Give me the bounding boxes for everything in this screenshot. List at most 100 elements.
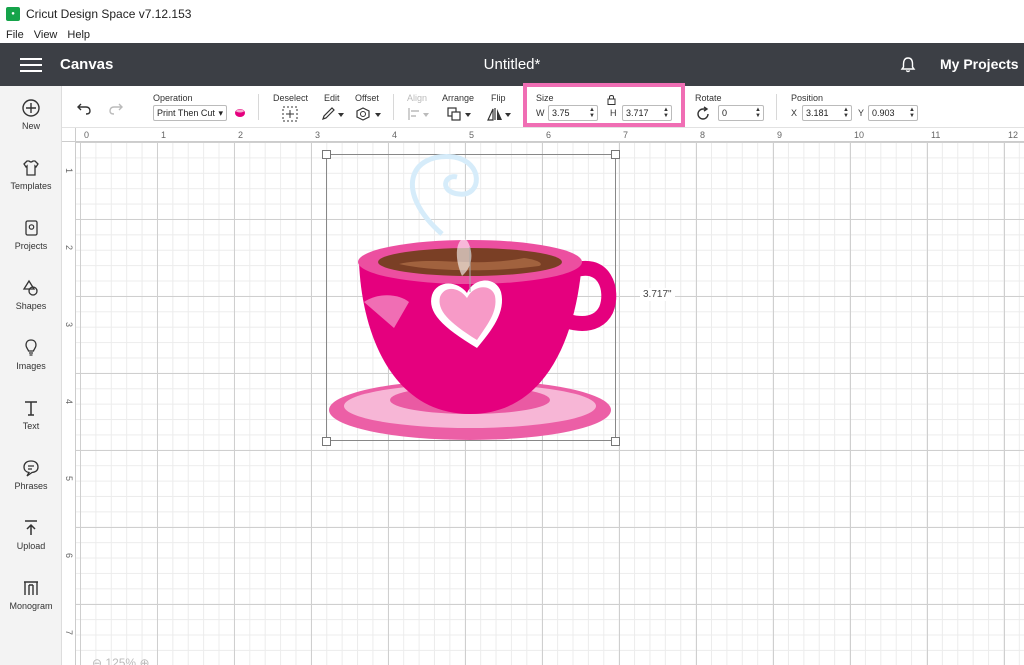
projects-icon xyxy=(25,220,38,236)
sidebar-item-label: Shapes xyxy=(15,301,47,311)
notification-bell-icon[interactable] xyxy=(899,56,917,74)
document-title: Untitled* xyxy=(483,56,541,73)
y-value: 0.903 xyxy=(872,108,895,118)
sidebar-item-label: Images xyxy=(16,361,46,371)
sidebar-item-label: Templates xyxy=(10,181,52,191)
width-value: 3.75 xyxy=(552,108,570,118)
x-position-input[interactable]: 3.181 ▲ ▼ xyxy=(802,105,852,121)
ruler-tick-label: 11 xyxy=(931,130,941,140)
lightbulb-icon xyxy=(25,339,37,356)
sidebar-item-new[interactable]: New xyxy=(0,92,62,148)
operation-label: Operation xyxy=(153,93,193,103)
sidebar-item-projects[interactable]: Projects xyxy=(0,212,62,268)
width-input[interactable]: 3.75 ▲ ▼ xyxy=(548,105,598,121)
ruler-tick-label: 10 xyxy=(854,130,865,140)
position-label: Position xyxy=(791,93,824,103)
sidebar-item-monogram[interactable]: Monogram xyxy=(0,572,62,628)
menu-file[interactable]: File xyxy=(6,29,24,41)
flip-icon[interactable] xyxy=(487,107,513,121)
edit-toolbar: Operation Print Then Cut ▾ Deselect Edit … xyxy=(62,83,1024,128)
rotate-label: Rotate xyxy=(695,93,722,103)
arrange-label: Arrange xyxy=(442,93,475,103)
ruler-tick-label: 6 xyxy=(546,130,552,140)
lock-icon[interactable] xyxy=(607,94,616,105)
shirt-icon xyxy=(23,160,39,176)
dimension-label: 3.717" xyxy=(640,288,675,301)
design-canvas[interactable]: 3.717" ⊖ 125% ⊕ xyxy=(62,128,1024,665)
print-then-cut-swatch-icon[interactable] xyxy=(233,107,247,119)
window-title: Cricut Design Space v7.12.153 xyxy=(26,6,192,21)
zoom-control[interactable]: ⊖ 125% ⊕ xyxy=(92,656,150,665)
sidebar-item-label: Monogram xyxy=(9,601,53,611)
spinner-arrows-icon[interactable]: ▲ ▼ xyxy=(755,107,761,119)
y-position-input[interactable]: 0.903 ▲ ▼ xyxy=(868,105,918,121)
rotate-icon[interactable] xyxy=(695,106,711,122)
ruler-tick-label: 9 xyxy=(777,130,783,140)
rotate-input[interactable]: 0 ▲ ▼ xyxy=(718,105,764,121)
teacup-image[interactable] xyxy=(324,152,620,444)
ruler-tick-label: 6 xyxy=(64,553,74,559)
hamburger-menu-icon[interactable] xyxy=(20,57,42,73)
ruler-tick-label: 8 xyxy=(700,130,706,140)
sidebar-item-label: Projects xyxy=(14,241,48,251)
canvas-label: Canvas xyxy=(60,56,114,73)
sidebar-item-label: Text xyxy=(22,421,40,431)
edit-label: Edit xyxy=(324,93,340,103)
spinner-arrows-icon[interactable]: ▲ ▼ xyxy=(909,107,915,119)
ruler-tick-label: 4 xyxy=(64,399,74,405)
offset-icon[interactable] xyxy=(356,107,382,121)
spinner-arrows-icon[interactable]: ▲ ▼ xyxy=(663,107,669,119)
sidebar-item-templates[interactable]: Templates xyxy=(0,152,62,208)
offset-label: Offset xyxy=(355,93,379,103)
deselect-label: Deselect xyxy=(273,93,309,103)
x-value: 3.181 xyxy=(806,108,829,118)
height-input[interactable]: 3.717 ▲ ▼ xyxy=(622,105,672,121)
zoom-level: 125% xyxy=(105,656,137,665)
ruler-tick-label: 7 xyxy=(64,630,74,636)
ruler-tick-label: 4 xyxy=(392,130,398,140)
plus-circle-icon xyxy=(22,99,40,117)
ruler-horizontal: 0 1 2 3 4 5 6 7 8 9 10 11 12 xyxy=(62,128,1024,142)
ruler-tick-label: 3 xyxy=(315,130,321,140)
ruler-tick-label: 5 xyxy=(64,476,74,482)
undo-icon[interactable] xyxy=(76,101,92,115)
width-label: W xyxy=(536,108,545,118)
app-header: Canvas Untitled* My Projects xyxy=(0,43,1024,86)
edit-pencil-icon[interactable] xyxy=(321,107,345,121)
menu-view[interactable]: View xyxy=(34,29,58,41)
window-titlebar: ● Cricut Design Space v7.12.153 xyxy=(0,0,1024,27)
sidebar-item-upload[interactable]: Upload xyxy=(0,512,62,568)
ruler-tick-label: 2 xyxy=(64,245,74,251)
align-label: Align xyxy=(407,93,428,103)
flip-label: Flip xyxy=(491,93,506,103)
height-label: H xyxy=(610,108,617,118)
spinner-arrows-icon[interactable]: ▲ ▼ xyxy=(589,107,595,119)
cricut-logo-icon: ● xyxy=(6,6,20,21)
sidebar-item-images[interactable]: Images xyxy=(0,332,62,388)
rotate-value: 0 xyxy=(722,108,728,118)
sidebar-item-label: Upload xyxy=(16,541,46,551)
sidebar-item-phrases[interactable]: Phrases xyxy=(0,452,62,508)
height-value: 3.717 xyxy=(626,108,649,118)
redo-icon[interactable] xyxy=(108,101,124,115)
operation-select[interactable]: Print Then Cut ▾ xyxy=(153,105,227,121)
zoom-out-icon[interactable]: ⊖ xyxy=(92,656,102,665)
sidebar-item-text[interactable]: Text xyxy=(0,392,62,448)
menu-bar: File View Help xyxy=(0,27,1024,43)
sidebar-item-label: Phrases xyxy=(14,481,48,491)
ruler-tick-label: 0 xyxy=(84,130,90,140)
operation-value: Print Then Cut xyxy=(157,108,215,118)
ruler-tick-label: 5 xyxy=(469,130,475,140)
spinner-arrows-icon[interactable]: ▲ ▼ xyxy=(843,107,849,119)
y-label: Y xyxy=(858,108,865,118)
arrange-icon[interactable] xyxy=(447,107,473,121)
x-label: X xyxy=(791,108,798,118)
my-projects-button[interactable]: My Projects xyxy=(940,56,1019,72)
deselect-icon[interactable] xyxy=(282,106,298,122)
sidebar-item-shapes[interactable]: Shapes xyxy=(0,272,62,328)
ruler-tick-label: 1 xyxy=(161,130,167,140)
menu-help[interactable]: Help xyxy=(67,29,90,41)
ruler-tick-label: 3 xyxy=(64,322,74,328)
zoom-in-icon[interactable]: ⊕ xyxy=(139,656,149,665)
ruler-corner xyxy=(62,128,76,142)
